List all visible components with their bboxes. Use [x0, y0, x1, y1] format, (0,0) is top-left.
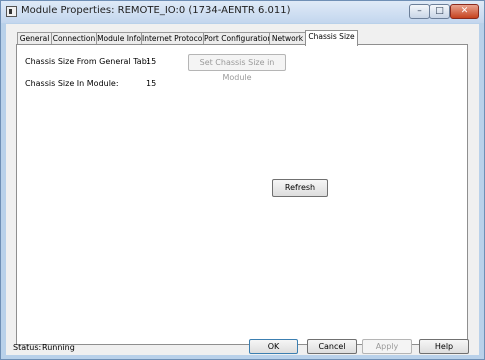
apply-button[interactable]: Apply — [362, 339, 412, 354]
close-button[interactable]: ✕ — [450, 4, 479, 19]
minimize-icon: – — [417, 6, 422, 16]
minimize-button[interactable]: – — [409, 4, 430, 19]
chassis-size-module-label: Chassis Size In Module: — [25, 79, 119, 88]
ok-button[interactable]: OK — [249, 339, 298, 354]
close-icon: ✕ — [460, 6, 469, 16]
window-title: Module Properties: REMOTE_IO:0 (1734-AEN… — [21, 5, 291, 16]
maximize-icon: □ — [435, 6, 444, 16]
chassis-size-general-label: Chassis Size From General Tab: — [25, 57, 150, 66]
status-label: Status: — [13, 343, 42, 352]
title-bar[interactable]: Module Properties: REMOTE_IO:0 (1734-AEN… — [1, 1, 484, 23]
tab-chassis-size[interactable]: Chassis Size — [305, 30, 358, 46]
module-properties-window: Module Properties: REMOTE_IO:0 (1734-AEN… — [0, 0, 485, 360]
cancel-button[interactable]: Cancel — [307, 339, 357, 354]
chassis-size-general-value: 15 — [146, 57, 157, 66]
set-chassis-size-button[interactable]: Set Chassis Size in Module — [188, 54, 286, 82]
help-button[interactable]: Help — [419, 339, 469, 354]
maximize-button[interactable]: □ — [429, 4, 450, 19]
status-value: Running — [42, 343, 75, 352]
chassis-size-panel: Chassis Size From General Tab: 15 Set Ch… — [16, 44, 468, 345]
chassis-size-module-value: 15 — [146, 79, 157, 88]
refresh-button[interactable]: Refresh — [272, 179, 328, 197]
app-icon — [6, 6, 17, 17]
dialog-body: General Connection Module Info Internet … — [6, 24, 479, 355]
